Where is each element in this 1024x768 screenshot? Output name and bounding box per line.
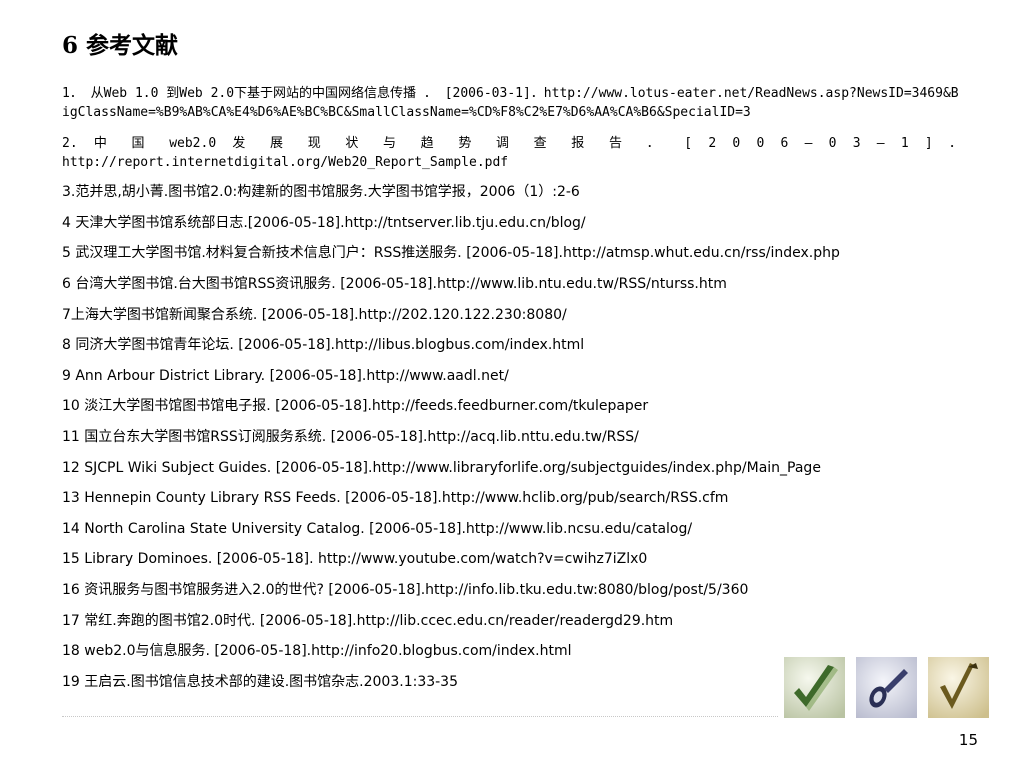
slide-title: 6 参考文献 bbox=[62, 32, 179, 59]
page-number: 15 bbox=[958, 731, 978, 749]
reference-item-8: 8 同济大学图书馆青年论坛. [2006-05-18].http://libus… bbox=[62, 337, 585, 354]
reference-item-12: 12 SJCPL Wiki Subject Guides. [2006-05-1… bbox=[62, 459, 821, 476]
decorative-thumbnails bbox=[784, 657, 989, 718]
reference-item-2-url: http://report.internetdigital.org/Web20_… bbox=[62, 154, 509, 170]
reference-item-3: 3.范并思,胡小菁.图书馆2.0:构建新的图书馆服务.大学图书馆学报，2006（… bbox=[62, 184, 580, 201]
reference-item-11: 11 国立台东大学图书馆RSS订阅服务系统. [2006-05-18].http… bbox=[62, 428, 639, 445]
reference-item-9: 9 Ann Arbour District Library. [2006-05-… bbox=[62, 367, 509, 384]
reference-item-16: 16 资讯服务与图书馆服务进入2.0的世代? [2006-05-18].http… bbox=[62, 581, 749, 598]
magnifier-thumbnail-icon bbox=[856, 657, 917, 718]
reference-item-6: 6 台湾大学图书馆.台大图书馆RSS资讯服务. [2006-05-18].htt… bbox=[62, 275, 727, 292]
reference-item-5: 5 武汉理工大学图书馆.材料复合新技术信息门户：RSS推送服务. [2006-0… bbox=[62, 245, 840, 262]
reference-item-10: 10 淡江大学图书馆图书馆电子报. [2006-05-18].http://fe… bbox=[62, 398, 649, 415]
reference-item-7: 7上海大学图书馆新闻聚合系统. [2006-05-18].http://202.… bbox=[62, 306, 567, 323]
reference-item-2: 2. 中 国 web2.0 发 展 现 状 与 趋 势 调 查 报 告 ． [ … bbox=[62, 135, 962, 151]
reference-item-14: 14 North Carolina State University Catal… bbox=[62, 520, 693, 537]
reference-item-17: 17 常红.奔跑的图书馆2.0时代. [2006-05-18].http://l… bbox=[62, 612, 674, 629]
footer-divider bbox=[62, 716, 778, 717]
reference-item-13: 13 Hennepin County Library RSS Feeds. [2… bbox=[62, 490, 729, 507]
pen-checkmark-thumbnail-icon bbox=[928, 657, 989, 718]
reference-list: 1． 从Web 1.0 到Web 2.0下基于网站的中国网络信息传播 ． [20… bbox=[62, 84, 962, 703]
checkmark-thumbnail-icon bbox=[784, 657, 845, 718]
reference-item-4: 4 天津大学图书馆系统部日志.[2006-05-18].http://tntse… bbox=[62, 214, 586, 231]
reference-item-15: 15 Library Dominoes. [2006-05-18]. http:… bbox=[62, 551, 648, 568]
reference-item-1: 1． 从Web 1.0 到Web 2.0下基于网站的中国网络信息传播 ． [20… bbox=[62, 86, 959, 120]
